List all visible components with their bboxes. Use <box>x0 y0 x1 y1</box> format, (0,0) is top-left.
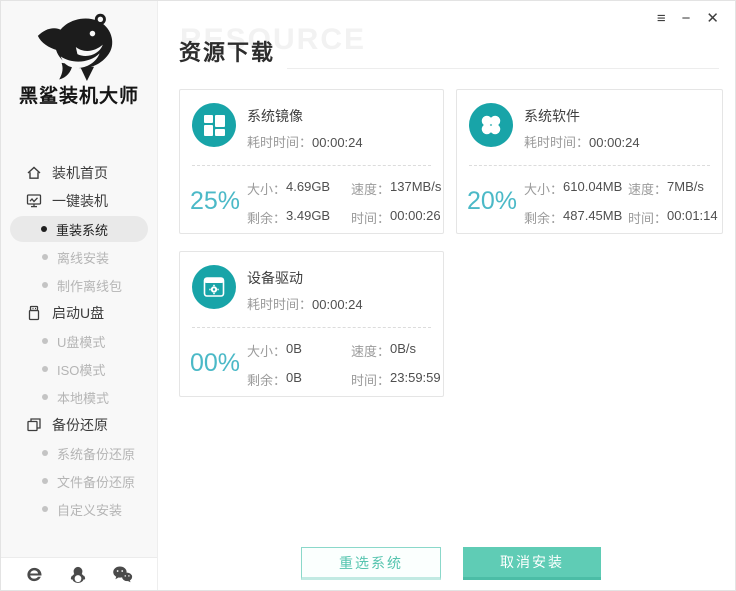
bullet-icon <box>42 254 48 260</box>
sidebar-item-home[interactable]: 装机首页 <box>1 159 157 187</box>
download-stats: 大小：610.04MB 速度：7MB/s 剩余：487.45MB 时间：00:0… <box>524 179 716 227</box>
window-controls: ≡ − ✕ <box>657 10 719 28</box>
sidebar-item-backup-restore[interactable]: 备份还原 <box>1 411 157 439</box>
time-stat: 时间：00:01:14 <box>628 208 718 227</box>
sidebar-item-one-click-install[interactable]: 一键装机 <box>1 187 157 215</box>
minimize-button[interactable]: − <box>682 10 691 28</box>
progress-percent: 25% <box>186 187 244 216</box>
sidebar-item-label: 备份还原 <box>52 415 108 435</box>
elapsed-time: 耗时时间：00:00:24 <box>247 132 363 151</box>
sidebar-footer <box>1 557 157 590</box>
sidebar-item-system-backup-restore[interactable]: 系统备份还原 <box>1 439 157 467</box>
sidebar-item-label: 系统备份还原 <box>57 444 135 463</box>
sidebar-item-custom-install[interactable]: 自定义安装 <box>1 495 157 523</box>
card-divider <box>192 165 431 166</box>
progress-percent: 20% <box>463 187 521 216</box>
backup-restore-icon <box>26 417 42 433</box>
device-driver-icon <box>192 265 236 309</box>
elapsed-time: 耗时时间：00:00:24 <box>524 132 640 151</box>
elapsed-time: 耗时时间：00:00:24 <box>247 294 363 313</box>
remaining-stat: 剩余：0B <box>247 370 347 389</box>
download-stats: 大小：4.69GB 速度：137MB/s 剩余：3.49GB 时间：00:00:… <box>247 179 437 227</box>
close-button[interactable]: ✕ <box>706 10 719 28</box>
bullet-icon <box>42 282 48 288</box>
sidebar-item-label: 重装系统 <box>56 220 108 239</box>
sidebar: 黑鲨装机大师 装机首页 一键装机 重装系统 离线安装 <box>1 1 158 590</box>
monitor-icon <box>26 193 42 209</box>
sidebar-item-usb-mode[interactable]: U盘模式 <box>1 327 157 355</box>
app-logo: 黑鲨装机大师 <box>1 9 157 108</box>
sidebar-item-label: 装机首页 <box>52 163 108 183</box>
sidebar-item-boot-usb[interactable]: 启动U盘 <box>1 299 157 327</box>
sidebar-nav: 装机首页 一键装机 重装系统 离线安装 制作离线包 <box>1 159 157 523</box>
bullet-icon <box>42 394 48 400</box>
card-system-software: 系统软件 耗时时间：00:00:24 20% 大小：610.04MB 速度：7M… <box>456 89 723 234</box>
card-title: 系统软件 <box>524 106 580 126</box>
sidebar-item-file-backup-restore[interactable]: 文件备份还原 <box>1 467 157 495</box>
sidebar-item-label: 自定义安装 <box>57 500 122 519</box>
shark-logo-icon <box>31 9 127 85</box>
sidebar-item-reinstall-system[interactable]: 重装系统 <box>10 216 148 242</box>
remaining-stat: 剩余：3.49GB <box>247 208 347 227</box>
card-divider <box>192 327 431 328</box>
card-title: 系统镜像 <box>247 106 303 126</box>
sidebar-item-label: 制作离线包 <box>57 276 122 295</box>
cancel-install-button[interactable]: 取消安装 <box>463 547 601 580</box>
sidebar-item-iso-mode[interactable]: ISO模式 <box>1 355 157 383</box>
sidebar-item-make-offline-package[interactable]: 制作离线包 <box>1 271 157 299</box>
bullet-icon <box>41 226 47 232</box>
action-bar: 重选系统 取消安装 <box>301 547 601 580</box>
sidebar-item-label: U盘模式 <box>57 332 105 351</box>
sidebar-item-label: 本地模式 <box>57 388 109 407</box>
remaining-stat: 剩余：487.45MB <box>524 208 624 227</box>
bullet-icon <box>42 366 48 372</box>
speed-stat: 速度：137MB/s <box>351 179 441 198</box>
speed-stat: 速度：0B/s <box>351 341 416 360</box>
sidebar-item-label: 一键装机 <box>52 191 108 211</box>
size-stat: 大小：4.69GB <box>247 179 347 198</box>
stats-row: 大小：0B 速度：0B/s <box>247 341 437 360</box>
wechat-icon[interactable] <box>112 565 133 583</box>
card-divider <box>469 165 710 166</box>
download-stats: 大小：0B 速度：0B/s 剩余：0B 时间：23:59:59 <box>247 341 437 389</box>
bullet-icon <box>42 478 48 484</box>
card-device-driver: 设备驱动 耗时时间：00:00:24 00% 大小：0B 速度：0B/s 剩余：… <box>179 251 444 397</box>
speed-stat: 速度：7MB/s <box>628 179 704 198</box>
stats-row: 剩余：3.49GB 时间：00:00:26 <box>247 208 437 227</box>
time-stat: 时间：00:00:26 <box>351 208 441 227</box>
bullet-icon <box>42 450 48 456</box>
app-title: 黑鲨装机大师 <box>1 81 157 108</box>
system-software-icon <box>469 103 513 147</box>
bullet-icon <box>42 338 48 344</box>
home-icon <box>26 165 42 181</box>
sidebar-item-label: 离线安装 <box>57 248 109 267</box>
stats-row: 大小：4.69GB 速度：137MB/s <box>247 179 437 198</box>
size-stat: 大小：610.04MB <box>524 179 624 198</box>
system-image-icon <box>192 103 236 147</box>
sidebar-item-label: 启动U盘 <box>52 303 104 323</box>
time-stat: 时间：23:59:59 <box>351 370 441 389</box>
progress-percent: 00% <box>186 349 244 378</box>
usb-drive-icon <box>26 305 42 321</box>
title-divider <box>287 68 719 69</box>
ie-browser-icon[interactable] <box>25 565 44 584</box>
sidebar-item-label: 文件备份还原 <box>57 472 135 491</box>
sidebar-item-local-mode[interactable]: 本地模式 <box>1 383 157 411</box>
qq-icon[interactable] <box>69 565 87 584</box>
stats-row: 剩余：487.45MB 时间：00:01:14 <box>524 208 716 227</box>
sidebar-item-offline-install[interactable]: 离线安装 <box>1 243 157 271</box>
stats-row: 剩余：0B 时间：23:59:59 <box>247 370 437 389</box>
app-window: 黑鲨装机大师 装机首页 一键装机 重装系统 离线安装 <box>0 0 736 591</box>
card-system-image: 系统镜像 耗时时间：00:00:24 25% 大小：4.69GB 速度：137M… <box>179 89 444 234</box>
stats-row: 大小：610.04MB 速度：7MB/s <box>524 179 716 198</box>
size-stat: 大小：0B <box>247 341 347 360</box>
bullet-icon <box>42 506 48 512</box>
sidebar-item-label: ISO模式 <box>57 360 105 379</box>
card-title: 设备驱动 <box>247 268 303 288</box>
page-title: 资源下载 <box>179 35 275 67</box>
reselect-system-button[interactable]: 重选系统 <box>301 547 441 580</box>
menu-button[interactable]: ≡ <box>657 10 666 28</box>
